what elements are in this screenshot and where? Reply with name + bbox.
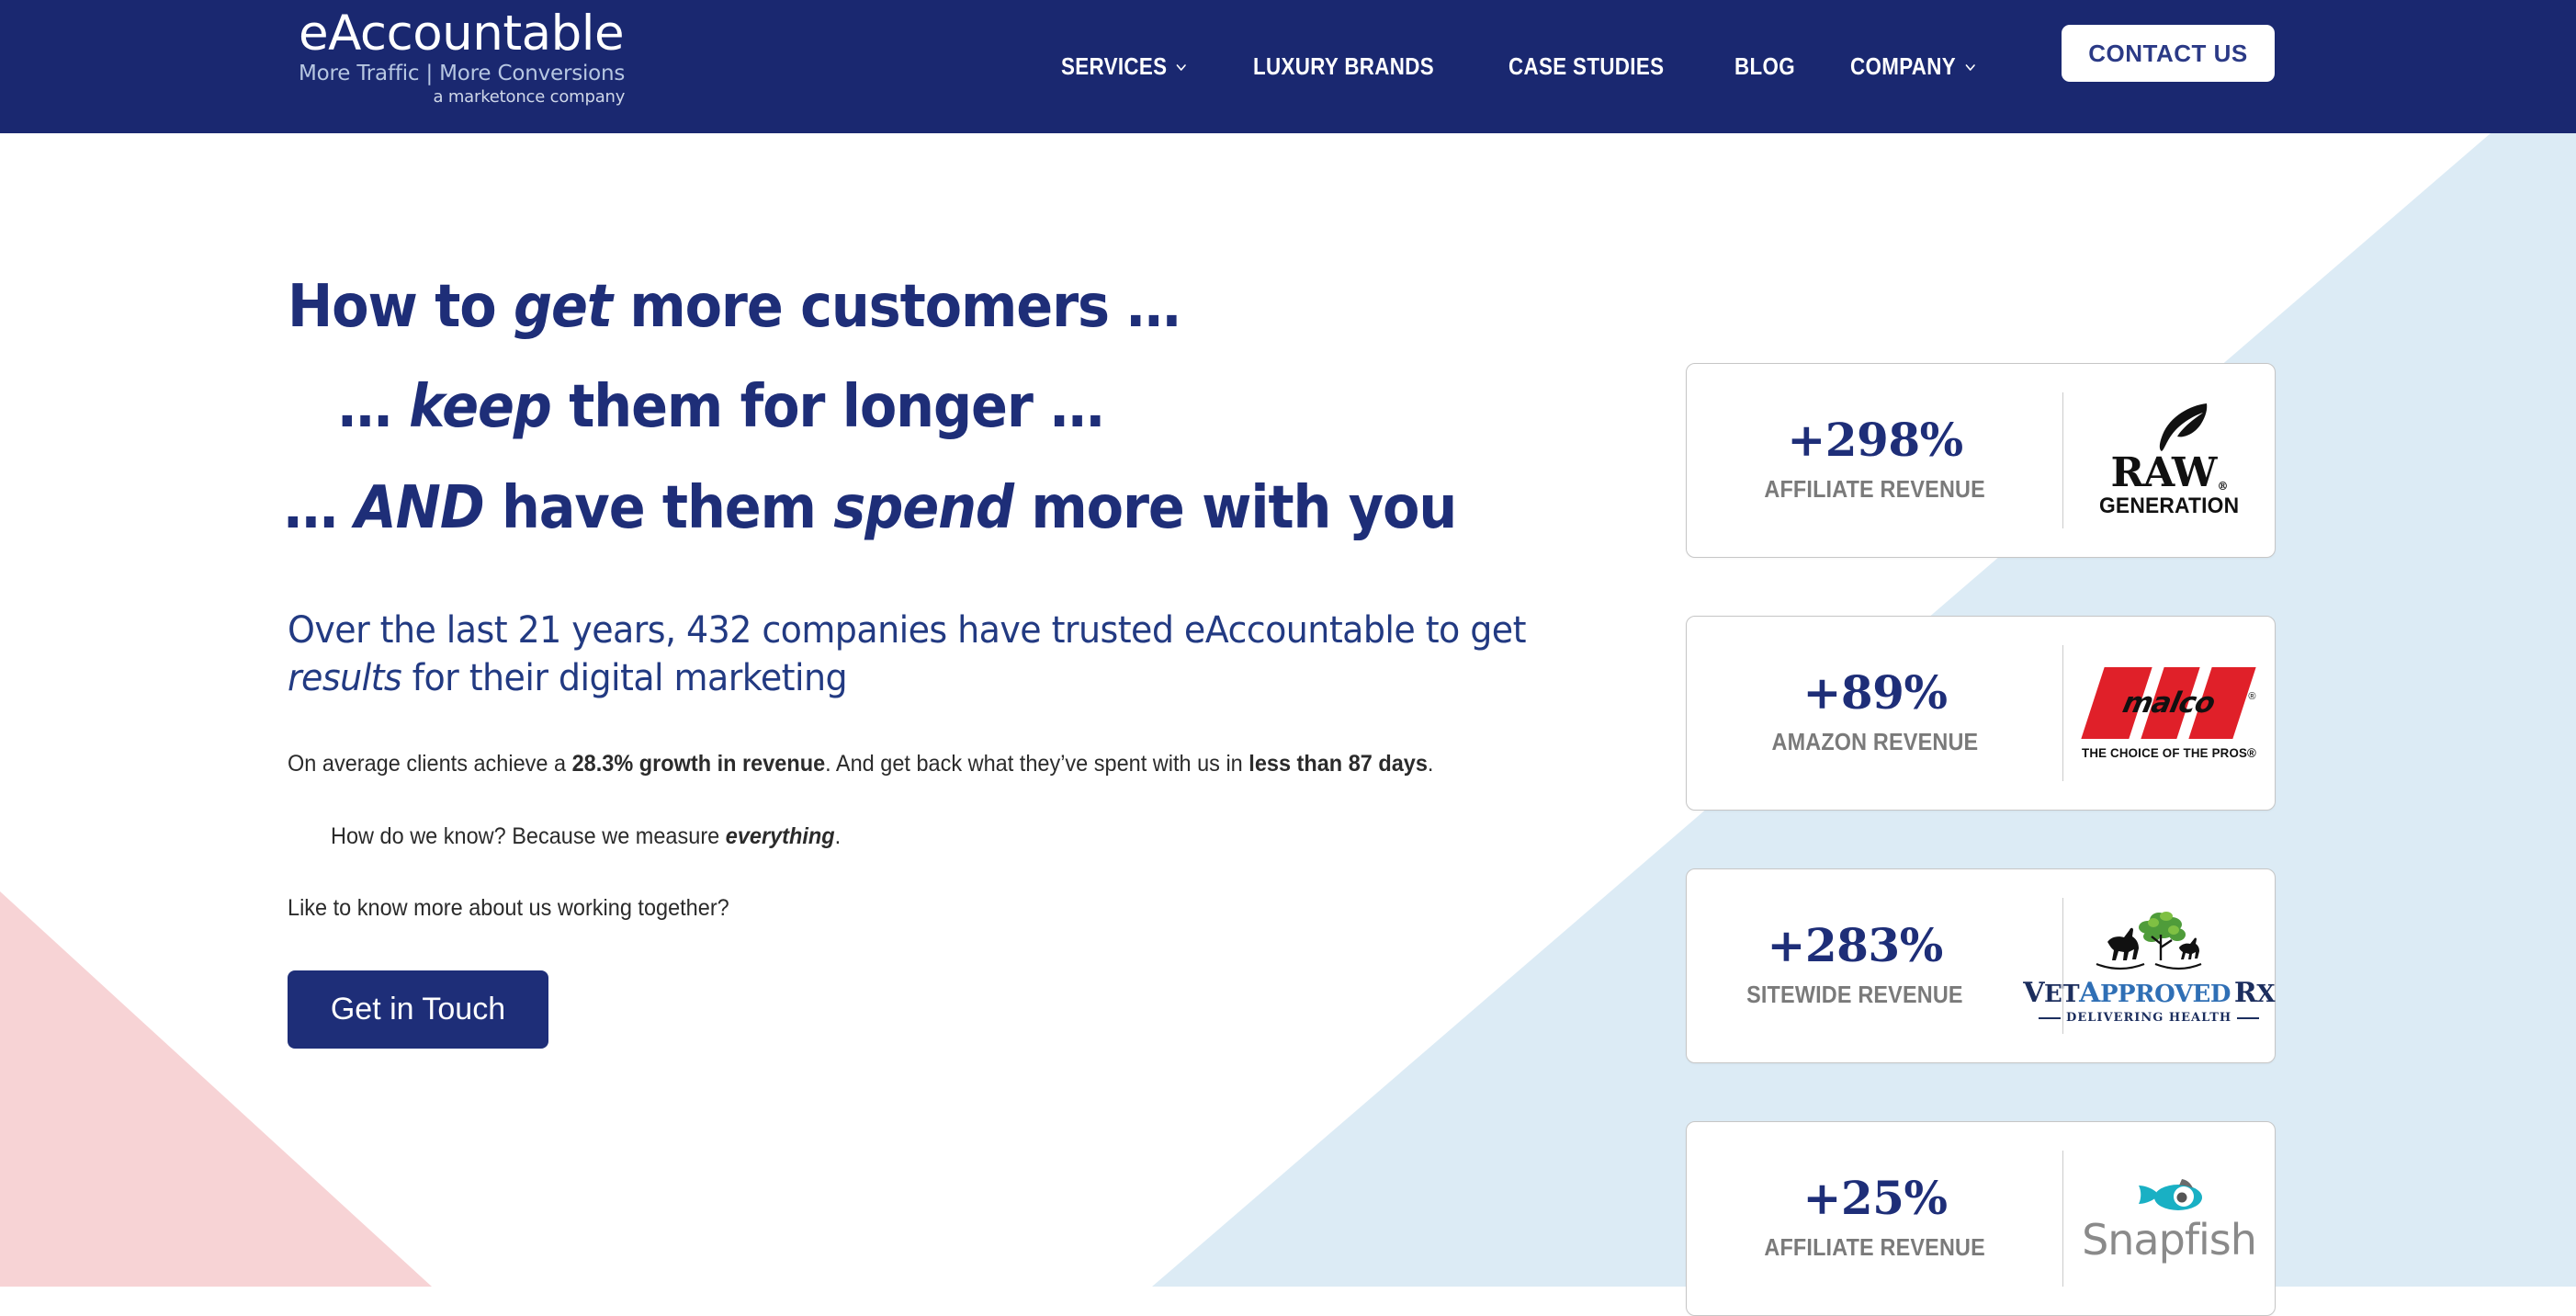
stat-label: AFFILIATE REVENUE bbox=[1764, 475, 1986, 503]
headline-emphasis: spend bbox=[833, 473, 1014, 542]
nav-label: SERVICES bbox=[1061, 52, 1168, 80]
page-title: How to get more customers … … keep them … bbox=[284, 276, 1601, 539]
stat-card[interactable]: +89% AMAZON REVENUE malco ® THE CHOICE O… bbox=[1686, 616, 2276, 811]
headline-emphasis: get bbox=[513, 273, 613, 341]
stat-percent: +283% bbox=[1767, 918, 1943, 972]
nav-item-company[interactable]: COMPANY bbox=[1850, 52, 1976, 81]
stat-card[interactable]: +298% AFFILIATE REVENUE RAW ® GENERATION bbox=[1686, 363, 2276, 558]
paragraph-text: . bbox=[1427, 751, 1434, 777]
rule-right bbox=[2237, 1016, 2260, 1019]
headline-text: have them bbox=[483, 473, 834, 542]
stat-block: +283% SITEWIDE REVENUE bbox=[1687, 923, 2023, 1009]
hero-subheading: Over the last 21 years, 432 companies ha… bbox=[288, 607, 1527, 702]
nav-item-case-studies[interactable]: CASE STUDIES bbox=[1508, 52, 1664, 81]
headline-text: more with you bbox=[1012, 473, 1457, 542]
subheading-text: Over the last 21 years, 432 companies ha… bbox=[288, 609, 1527, 652]
card-divider bbox=[2062, 898, 2063, 1034]
headline-emphasis: AND bbox=[355, 473, 485, 542]
paragraph-strong: less than 87 days bbox=[1248, 751, 1428, 777]
body-paragraph-3: Like to know more about us working toget… bbox=[288, 894, 729, 921]
paragraph-strong-emphasis: everything bbox=[725, 822, 835, 849]
headline-text: How to bbox=[288, 273, 514, 341]
headline-text: them for longer … bbox=[550, 373, 1104, 442]
stat-label: AMAZON REVENUE bbox=[1771, 728, 1979, 755]
stat-label: AFFILIATE REVENUE bbox=[1764, 1233, 1986, 1261]
nav-label: CASE STUDIES bbox=[1508, 52, 1665, 80]
logo-name: eAccountable bbox=[299, 6, 625, 62]
paragraph-text: How do we know? Because we measure bbox=[331, 822, 726, 849]
logo-tagline: More Traffic | More Conversions bbox=[299, 62, 626, 85]
subheading-text: for their digital marketing bbox=[401, 657, 848, 700]
body-paragraph-1: On average clients achieve a 28.3% growt… bbox=[288, 747, 1497, 780]
headline-text: … bbox=[338, 373, 410, 442]
stat-card[interactable]: +283% SITEWIDE REVENUE V A PPROVED R X D… bbox=[1686, 868, 2276, 1063]
vet-tagline: DELIVERING HEALTH bbox=[2039, 1011, 2260, 1025]
stat-block: +89% AMAZON REVENUE bbox=[1687, 670, 2063, 756]
nav-label: LUXURY BRANDS bbox=[1253, 52, 1435, 80]
snapfish-wordmark: Snapfish bbox=[2082, 1214, 2257, 1265]
main-navigation: SERVICES LUXURY BRANDS CASE STUDIES BLOG… bbox=[1061, 0, 2042, 133]
headline-text: more customers … bbox=[611, 273, 1181, 341]
malco-tagline: THE CHOICE OF THE PROS® bbox=[2081, 744, 2257, 760]
chevron-down-icon bbox=[1175, 60, 1188, 74]
stat-percent: +25% bbox=[1802, 1171, 1948, 1225]
logo[interactable]: eAccountable More Traffic | More Convers… bbox=[299, 9, 625, 106]
hero-text-column: How to get more customers … … keep them … bbox=[284, 276, 1601, 1049]
card-divider bbox=[2062, 645, 2063, 781]
raw-generation-wordmark: GENERATION bbox=[2098, 493, 2240, 519]
rule-left bbox=[2039, 1016, 2062, 1019]
nav-label: BLOG bbox=[1734, 52, 1796, 80]
vet-wordmark: VETAPPROVEDRX bbox=[2023, 977, 2275, 1009]
malco-wordmark: malco bbox=[2119, 686, 2219, 720]
stat-label: SITEWIDE REVENUE bbox=[1746, 981, 1963, 1008]
stat-card[interactable]: +25% AFFILIATE REVENUE Snapfish bbox=[1686, 1121, 2276, 1316]
card-divider bbox=[2062, 392, 2063, 528]
nav-item-luxury-brands[interactable]: LUXURY BRANDS bbox=[1253, 52, 1434, 81]
paragraph-strong: 28.3% growth in revenue bbox=[571, 751, 826, 777]
logo-parent-company: a marketonce company bbox=[433, 87, 626, 107]
headline-line-2: … keep them for longer … bbox=[338, 376, 1500, 438]
tree-horse-dog-icon bbox=[2091, 907, 2207, 980]
headline-emphasis: keep bbox=[409, 373, 552, 442]
contact-us-button[interactable]: CONTACT US bbox=[2062, 25, 2275, 82]
malco-mark-icon: malco ® bbox=[2081, 666, 2257, 739]
get-in-touch-button[interactable]: Get in Touch bbox=[288, 970, 548, 1049]
stat-percent: +89% bbox=[1802, 665, 1948, 720]
stat-block: +25% AFFILIATE REVENUE bbox=[1687, 1175, 2063, 1262]
paragraph-text: . And get back what they’ve spent with u… bbox=[825, 751, 1249, 777]
brand-logo-malco: malco ® THE CHOICE OF THE PROS® bbox=[2063, 617, 2275, 810]
subheading-emphasis: results bbox=[288, 657, 402, 700]
site-header: eAccountable More Traffic | More Convers… bbox=[0, 0, 2576, 133]
card-divider bbox=[2062, 1151, 2063, 1287]
nav-item-services[interactable]: SERVICES bbox=[1061, 52, 1188, 81]
paragraph-text: . bbox=[834, 822, 842, 849]
headline-line-3: … AND have them spend more with you bbox=[284, 477, 1496, 539]
brand-logo-raw-generation: RAW ® GENERATION bbox=[2063, 364, 2275, 557]
stat-block: +298% AFFILIATE REVENUE bbox=[1687, 417, 2063, 504]
registered-icon: ® bbox=[2248, 690, 2256, 702]
nav-label: COMPANY bbox=[1850, 52, 1957, 80]
chevron-down-icon bbox=[1964, 60, 1977, 74]
nav-item-blog[interactable]: BLOG bbox=[1734, 52, 1795, 81]
stat-percent: +298% bbox=[1787, 413, 1963, 467]
raw-wordmark: RAW ® bbox=[2110, 448, 2229, 496]
stat-card-list: +298% AFFILIATE REVENUE RAW® GENERATION bbox=[1686, 363, 2276, 1316]
headline-text: … bbox=[284, 473, 356, 542]
brand-logo-vetapprovedrx: VETAPPROVEDRX DELIVERING HEALTH bbox=[2023, 869, 2275, 1062]
headline-line-1: How to get more customers … bbox=[288, 276, 1497, 338]
body-paragraph-2: How do we know? Because we measure every… bbox=[331, 820, 1540, 853]
paragraph-text: On average clients achieve a bbox=[288, 751, 572, 777]
